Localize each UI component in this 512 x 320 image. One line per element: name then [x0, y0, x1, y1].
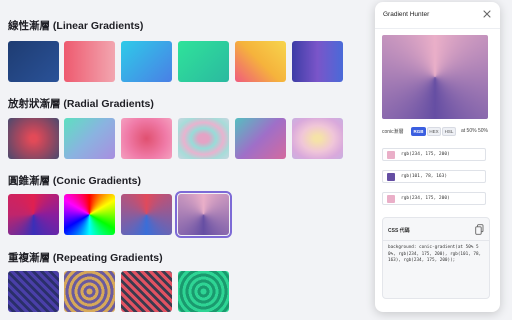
color-stop-2-swatch[interactable]: [387, 173, 395, 181]
linear-gradient-swatch-3[interactable]: [121, 41, 172, 82]
gradient-preview: [382, 35, 488, 119]
format-hsl-button[interactable]: HSL: [442, 127, 456, 136]
repeating-gradient-swatch-2[interactable]: [64, 271, 115, 312]
section-title-linear: 線性漸層 (Linear Gradients): [8, 20, 144, 32]
linear-gradient-swatch-5[interactable]: [235, 41, 286, 82]
repeating-gradient-swatch-3[interactable]: [121, 271, 172, 312]
color-stop-2[interactable]: rgb(101, 78, 163): [382, 170, 486, 183]
linear-gradient-swatch-2[interactable]: [64, 41, 115, 82]
color-stop-1-swatch[interactable]: [387, 151, 395, 159]
gradient-type-label: conic漸層: [382, 129, 404, 135]
conic-gradient-swatch-1[interactable]: [8, 194, 59, 235]
radial-gradient-swatch-3[interactable]: [121, 118, 172, 159]
radial-gradient-swatch-2[interactable]: [64, 118, 115, 159]
conic-gradient-swatch-3[interactable]: [121, 194, 172, 235]
css-code-box: CSS 代碼 background: conic-gradient(at 50%…: [382, 217, 490, 299]
radial-gradient-swatch-5[interactable]: [235, 118, 286, 159]
format-row: conic漸層 RGB HEX HSL at 50% 50%: [382, 127, 494, 137]
format-rgb-button[interactable]: RGB: [411, 127, 426, 136]
linear-gradient-swatch-1[interactable]: [8, 41, 59, 82]
section-title-radial: 放射狀漸層 (Radial Gradients): [8, 98, 154, 110]
radial-gradient-swatch-4[interactable]: [178, 118, 229, 159]
css-code-text: background: conic-gradient(at 50% 50%, r…: [388, 245, 482, 264]
gradient-position-label: at 50% 50%: [461, 128, 488, 134]
css-divider: [383, 240, 489, 241]
color-stop-3-swatch[interactable]: [387, 195, 395, 203]
panel-header: Gradient Hunter: [375, 2, 500, 29]
color-stop-1[interactable]: rgb(234, 175, 200): [382, 148, 486, 161]
linear-gradient-swatch-4[interactable]: [178, 41, 229, 82]
section-title-conic: 圓錐漸層 (Conic Gradients): [8, 175, 142, 187]
conic-gradient-swatch-4[interactable]: [175, 191, 232, 238]
color-stop-3-value: rgb(234, 175, 200): [401, 196, 450, 201]
repeating-gradient-swatch-4[interactable]: [178, 271, 229, 312]
conic-gradient-swatch-2[interactable]: [64, 194, 115, 235]
css-code-label: CSS 代碼: [388, 228, 410, 234]
copy-icon[interactable]: [475, 224, 484, 235]
format-hex-button[interactable]: HEX: [427, 127, 441, 136]
panel-title: Gradient Hunter: [383, 11, 430, 18]
radial-gradient-swatch-6[interactable]: [292, 118, 343, 159]
section-title-repeating: 重複漸層 (Repeating Gradients): [8, 252, 163, 264]
color-stop-3[interactable]: rgb(234, 175, 200): [382, 192, 486, 205]
close-icon[interactable]: [482, 9, 492, 19]
gradient-hunter-panel: Gradient Hunter conic漸層 RGB HEX HSL at 5…: [375, 2, 500, 312]
repeating-gradient-swatch-1[interactable]: [8, 271, 59, 312]
radial-gradient-swatch-1[interactable]: [8, 118, 59, 159]
linear-gradient-swatch-6[interactable]: [292, 41, 343, 82]
color-stop-2-value: rgb(101, 78, 163): [401, 174, 448, 179]
color-stop-1-value: rgb(234, 175, 200): [401, 152, 450, 157]
